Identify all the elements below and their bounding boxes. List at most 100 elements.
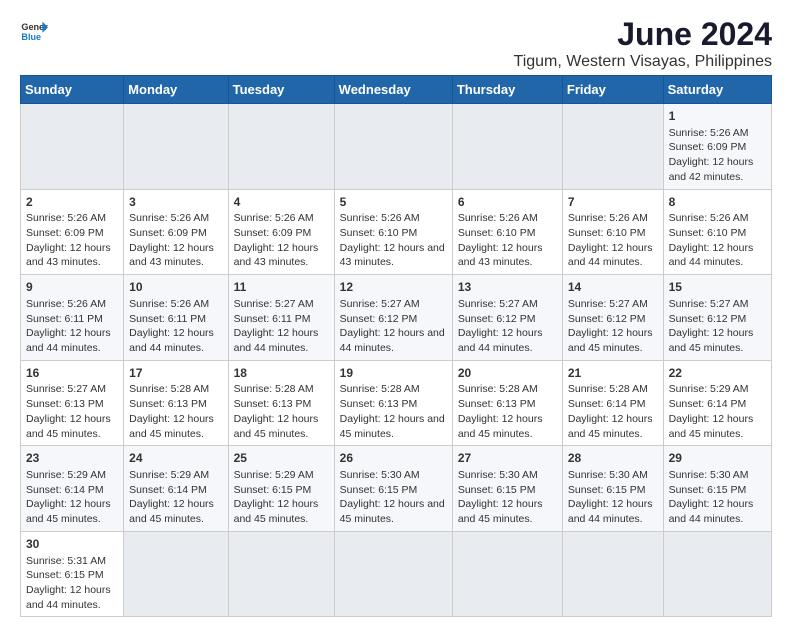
- sunset-text: Sunset: 6:13 PM: [26, 397, 118, 412]
- sunset-text: Sunset: 6:12 PM: [669, 312, 766, 327]
- day-number: 25: [234, 450, 329, 467]
- sunrise-text: Sunrise: 5:29 AM: [129, 468, 222, 483]
- calendar-cell: 26Sunrise: 5:30 AMSunset: 6:15 PMDayligh…: [334, 446, 452, 532]
- sunrise-text: Sunrise: 5:29 AM: [234, 468, 329, 483]
- daylight-text: Daylight: 12 hours and 44 minutes.: [26, 583, 118, 612]
- day-header-wednesday: Wednesday: [334, 76, 452, 104]
- day-number: 21: [568, 365, 658, 382]
- sunset-text: Sunset: 6:14 PM: [568, 397, 658, 412]
- day-header-friday: Friday: [562, 76, 663, 104]
- sunset-text: Sunset: 6:15 PM: [234, 483, 329, 498]
- sunset-text: Sunset: 6:13 PM: [234, 397, 329, 412]
- calendar-cell: 14Sunrise: 5:27 AMSunset: 6:12 PMDayligh…: [562, 275, 663, 361]
- day-number: 9: [26, 279, 118, 296]
- calendar-cell: 12Sunrise: 5:27 AMSunset: 6:12 PMDayligh…: [334, 275, 452, 361]
- calendar-cell: 30Sunrise: 5:31 AMSunset: 6:15 PMDayligh…: [21, 531, 124, 617]
- daylight-text: Daylight: 12 hours and 44 minutes.: [669, 497, 766, 526]
- sunrise-text: Sunrise: 5:28 AM: [129, 382, 222, 397]
- daylight-text: Daylight: 12 hours and 43 minutes.: [340, 241, 447, 270]
- calendar-cell: [452, 104, 562, 190]
- day-number: 6: [458, 194, 557, 211]
- day-number: 26: [340, 450, 447, 467]
- sunrise-text: Sunrise: 5:30 AM: [340, 468, 447, 483]
- daylight-text: Daylight: 12 hours and 45 minutes.: [26, 412, 118, 441]
- calendar-cell: 23Sunrise: 5:29 AMSunset: 6:14 PMDayligh…: [21, 446, 124, 532]
- day-header-monday: Monday: [124, 76, 228, 104]
- sunset-text: Sunset: 6:12 PM: [340, 312, 447, 327]
- day-header-thursday: Thursday: [452, 76, 562, 104]
- calendar-cell: [124, 104, 228, 190]
- day-number: 12: [340, 279, 447, 296]
- sunrise-text: Sunrise: 5:29 AM: [26, 468, 118, 483]
- daylight-text: Daylight: 12 hours and 45 minutes.: [568, 412, 658, 441]
- day-number: 7: [568, 194, 658, 211]
- calendar-cell: 28Sunrise: 5:30 AMSunset: 6:15 PMDayligh…: [562, 446, 663, 532]
- day-header-tuesday: Tuesday: [228, 76, 334, 104]
- daylight-text: Daylight: 12 hours and 45 minutes.: [234, 412, 329, 441]
- daylight-text: Daylight: 12 hours and 45 minutes.: [458, 497, 557, 526]
- calendar-cell: 19Sunrise: 5:28 AMSunset: 6:13 PMDayligh…: [334, 360, 452, 446]
- subtitle: Tigum, Western Visayas, Philippines: [514, 53, 772, 71]
- sunset-text: Sunset: 6:15 PM: [26, 568, 118, 583]
- sunrise-text: Sunrise: 5:26 AM: [458, 211, 557, 226]
- calendar-cell: 24Sunrise: 5:29 AMSunset: 6:14 PMDayligh…: [124, 446, 228, 532]
- daylight-text: Daylight: 12 hours and 43 minutes.: [129, 241, 222, 270]
- logo: General Blue: [20, 16, 48, 44]
- sunrise-text: Sunrise: 5:28 AM: [340, 382, 447, 397]
- day-number: 22: [669, 365, 766, 382]
- sunset-text: Sunset: 6:15 PM: [568, 483, 658, 498]
- sunset-text: Sunset: 6:15 PM: [340, 483, 447, 498]
- calendar-cell: [124, 531, 228, 617]
- day-header-saturday: Saturday: [663, 76, 771, 104]
- week-row-5: 23Sunrise: 5:29 AMSunset: 6:14 PMDayligh…: [21, 446, 772, 532]
- sunrise-text: Sunrise: 5:27 AM: [340, 297, 447, 312]
- daylight-text: Daylight: 12 hours and 43 minutes.: [458, 241, 557, 270]
- sunrise-text: Sunrise: 5:26 AM: [669, 126, 766, 141]
- day-number: 15: [669, 279, 766, 296]
- calendar-cell: [452, 531, 562, 617]
- sunset-text: Sunset: 6:14 PM: [26, 483, 118, 498]
- calendar-cell: 13Sunrise: 5:27 AMSunset: 6:12 PMDayligh…: [452, 275, 562, 361]
- sunset-text: Sunset: 6:10 PM: [669, 226, 766, 241]
- sunset-text: Sunset: 6:10 PM: [340, 226, 447, 241]
- daylight-text: Daylight: 12 hours and 45 minutes.: [669, 326, 766, 355]
- calendar-cell: 1Sunrise: 5:26 AMSunset: 6:09 PMDaylight…: [663, 104, 771, 190]
- sunrise-text: Sunrise: 5:30 AM: [669, 468, 766, 483]
- daylight-text: Daylight: 12 hours and 44 minutes.: [669, 241, 766, 270]
- daylight-text: Daylight: 12 hours and 43 minutes.: [234, 241, 329, 270]
- calendar-cell: [663, 531, 771, 617]
- calendar-table: SundayMondayTuesdayWednesdayThursdayFrid…: [20, 75, 772, 617]
- sunset-text: Sunset: 6:11 PM: [26, 312, 118, 327]
- calendar-cell: 21Sunrise: 5:28 AMSunset: 6:14 PMDayligh…: [562, 360, 663, 446]
- calendar-cell: 29Sunrise: 5:30 AMSunset: 6:15 PMDayligh…: [663, 446, 771, 532]
- daylight-text: Daylight: 12 hours and 45 minutes.: [26, 497, 118, 526]
- day-header-sunday: Sunday: [21, 76, 124, 104]
- calendar-cell: 3Sunrise: 5:26 AMSunset: 6:09 PMDaylight…: [124, 189, 228, 275]
- sunset-text: Sunset: 6:09 PM: [129, 226, 222, 241]
- calendar-cell: 16Sunrise: 5:27 AMSunset: 6:13 PMDayligh…: [21, 360, 124, 446]
- daylight-text: Daylight: 12 hours and 44 minutes.: [129, 326, 222, 355]
- calendar-cell: 25Sunrise: 5:29 AMSunset: 6:15 PMDayligh…: [228, 446, 334, 532]
- sunrise-text: Sunrise: 5:26 AM: [669, 211, 766, 226]
- sunset-text: Sunset: 6:15 PM: [669, 483, 766, 498]
- day-number: 27: [458, 450, 557, 467]
- week-row-6: 30Sunrise: 5:31 AMSunset: 6:15 PMDayligh…: [21, 531, 772, 617]
- calendar-cell: [21, 104, 124, 190]
- header: General Blue June 2024 Tigum, Western Vi…: [20, 16, 772, 71]
- week-row-2: 2Sunrise: 5:26 AMSunset: 6:09 PMDaylight…: [21, 189, 772, 275]
- sunrise-text: Sunrise: 5:28 AM: [234, 382, 329, 397]
- daylight-text: Daylight: 12 hours and 42 minutes.: [669, 155, 766, 184]
- calendar-cell: 22Sunrise: 5:29 AMSunset: 6:14 PMDayligh…: [663, 360, 771, 446]
- calendar-cell: 15Sunrise: 5:27 AMSunset: 6:12 PMDayligh…: [663, 275, 771, 361]
- sunrise-text: Sunrise: 5:27 AM: [669, 297, 766, 312]
- sunrise-text: Sunrise: 5:26 AM: [129, 211, 222, 226]
- sunset-text: Sunset: 6:10 PM: [568, 226, 658, 241]
- sunrise-text: Sunrise: 5:26 AM: [26, 211, 118, 226]
- daylight-text: Daylight: 12 hours and 45 minutes.: [129, 412, 222, 441]
- sunset-text: Sunset: 6:11 PM: [234, 312, 329, 327]
- sunrise-text: Sunrise: 5:26 AM: [129, 297, 222, 312]
- sunrise-text: Sunrise: 5:27 AM: [458, 297, 557, 312]
- sunset-text: Sunset: 6:09 PM: [234, 226, 329, 241]
- sunset-text: Sunset: 6:09 PM: [669, 140, 766, 155]
- daylight-text: Daylight: 12 hours and 44 minutes.: [568, 497, 658, 526]
